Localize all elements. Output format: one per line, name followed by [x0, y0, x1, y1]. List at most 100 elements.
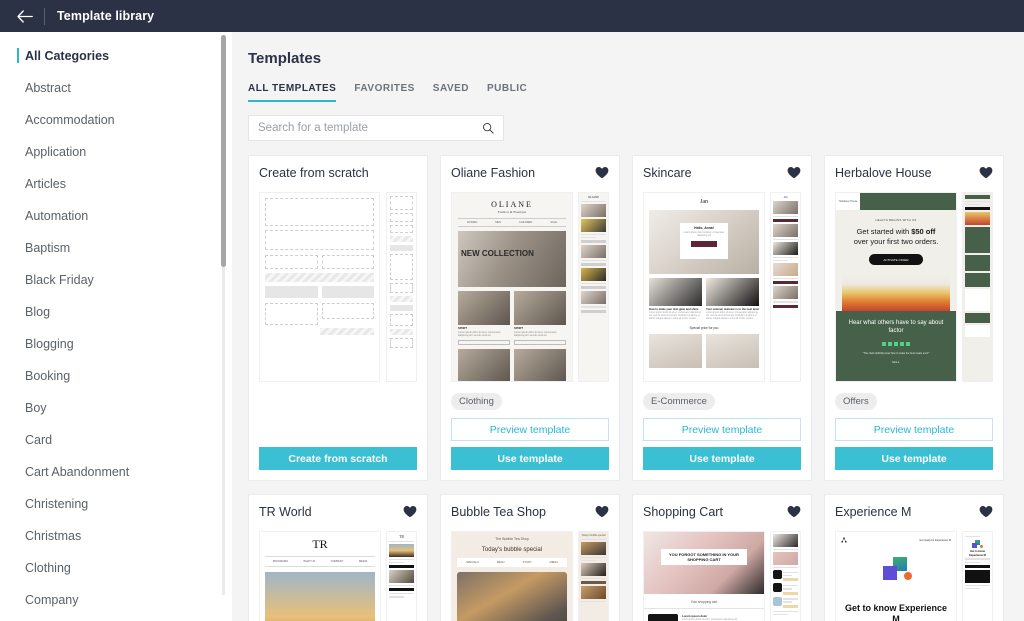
preview-line: [965, 203, 980, 206]
favorite-heart-icon[interactable]: [979, 166, 993, 179]
preview-artwork: YOU FORGOT SOMETHING IN YOUR SHOPPING CA…: [644, 532, 764, 621]
preview-how-it-works: [965, 289, 990, 312]
template-preview: YOU FORGOT SOMETHING IN YOUR SHOPPING CA…: [643, 531, 801, 621]
tab-saved[interactable]: SAVED: [433, 83, 469, 102]
search-bar[interactable]: [248, 115, 504, 141]
sidebar-item-card[interactable]: Card: [0, 424, 232, 456]
wireframe-block: [321, 286, 374, 298]
template-card-herbalove-house[interactable]: Herbalove House Herbalove House HEALTH B…: [824, 155, 1004, 481]
template-card-skincare[interactable]: Skincare Jan Hello, Anna! Lorem ipsum do…: [632, 155, 812, 481]
preview-cell-image: [514, 291, 566, 325]
preview-image: [773, 201, 798, 214]
preview-cell: SPORT Lorem ipsum dolor sit amet, consec…: [458, 291, 510, 345]
preview-line: [581, 200, 606, 203]
preview-button: [581, 263, 606, 267]
preview-button: [581, 286, 606, 290]
preview-logo-mobile: Jan: [783, 195, 788, 199]
sidebar-item-company[interactable]: Company: [0, 584, 232, 616]
sidebar-item-christening[interactable]: Christening: [0, 488, 232, 520]
preview-artwork: TR PROGRAMS WHAT US COMPANY MEDIA: [260, 532, 380, 621]
templates-heading: Templates: [248, 50, 322, 67]
template-card-experience-m[interactable]: Experience M Get ready for Experience M …: [824, 494, 1004, 621]
template-card-oliane-fashion[interactable]: Oliane Fashion OLIANE Fashion & Boutique…: [440, 155, 620, 481]
use-template-button[interactable]: Use template: [643, 447, 801, 470]
preview-mobile: OLIANE: [578, 192, 609, 382]
preview-cell-caption: SPORT: [458, 327, 467, 330]
preview-desktop: The Bubble Tea Shop Today's bubble speci…: [451, 531, 573, 621]
preview-template-button[interactable]: Preview template: [451, 418, 609, 441]
preview-nav-item: COMPANY: [330, 560, 344, 563]
template-card-bubble-tea-shop[interactable]: Bubble Tea Shop The Bubble Tea Shop Toda…: [440, 494, 620, 621]
favorite-heart-icon[interactable]: [595, 166, 609, 179]
sidebar-item-black-friday[interactable]: Black Friday: [0, 264, 232, 296]
preview-template-button[interactable]: Preview template: [835, 418, 993, 441]
use-template-button[interactable]: Use template: [451, 447, 609, 470]
preview-artwork-mobile: [963, 193, 992, 381]
wireframe-block: [265, 286, 318, 298]
preview-image: [581, 219, 606, 233]
sidebar-item-clothing[interactable]: Clothing: [0, 552, 232, 584]
preview-image: [581, 204, 606, 218]
preview-button: [389, 588, 414, 592]
search-icon[interactable]: [482, 122, 494, 134]
preview-logo: OLIANE: [491, 200, 533, 209]
tab-favorites[interactable]: FAVORITES: [354, 83, 414, 102]
preview-hero-image: [265, 572, 375, 621]
wireframe-block: [390, 196, 413, 210]
template-card-create-from-scratch[interactable]: Create from scratch Create from scratch: [248, 155, 428, 481]
favorite-heart-icon[interactable]: [595, 505, 609, 518]
preview-image: [773, 534, 798, 547]
sidebar-item-cart-abandonment[interactable]: Cart Abandonment: [0, 456, 232, 488]
tab-all-templates[interactable]: ALL TEMPLATES: [248, 83, 337, 102]
sidebar-item-booking[interactable]: Booking: [0, 360, 232, 392]
preview-item-info: Lorem ipsum dolor Lorem ipsum dolor sit …: [682, 614, 760, 621]
preview-line: [389, 595, 404, 598]
wireframe-hatch: [319, 328, 374, 335]
favorite-heart-icon[interactable]: [403, 505, 417, 518]
preview-item-image: [773, 583, 782, 593]
favorite-heart-icon[interactable]: [979, 505, 993, 518]
sidebar-item-articles[interactable]: Articles: [0, 168, 232, 200]
sidebar-item-christmas[interactable]: Christmas: [0, 520, 232, 552]
preview-logo: Jan: [700, 199, 708, 205]
preview-article-image: [706, 278, 759, 306]
preview-template-button[interactable]: Preview template: [643, 418, 801, 441]
sidebar-item-blog[interactable]: Blog: [0, 296, 232, 328]
preview-logo: The Bubble Tea Shop: [495, 537, 529, 541]
template-card-tr-world[interactable]: TR World TR PROGRAMS WHAT US COMPANY MED…: [248, 494, 428, 621]
wireframe-block: [390, 245, 413, 251]
preview-button: [965, 207, 990, 211]
sidebar-item-application[interactable]: Application: [0, 136, 232, 168]
sidebar-item-baptism[interactable]: Baptism: [0, 232, 232, 264]
create-from-scratch-button[interactable]: Create from scratch: [259, 447, 417, 470]
category-tag: Clothing: [451, 393, 502, 410]
preview-cell: [514, 348, 566, 381]
preview-article: Your summer skincare is to the next leve…: [706, 278, 759, 321]
preview-line: [965, 558, 990, 560]
sidebar-item-abstract[interactable]: Abstract: [0, 72, 232, 104]
preview-row: How to make your skin glow and shine Lor…: [649, 278, 759, 321]
favorite-heart-icon[interactable]: [787, 166, 801, 179]
preview-artwork-mobile: Today's bubble special: [579, 532, 608, 621]
sidebar-item-label: Company: [25, 593, 79, 607]
preview-line: [581, 282, 606, 285]
template-card-shopping-cart[interactable]: Shopping Cart YOU FORGOT SOMETHING IN YO…: [632, 494, 812, 621]
search-input[interactable]: [258, 122, 482, 134]
sidebar-item-accommodation[interactable]: Accommodation: [0, 104, 232, 136]
preview-image: [581, 245, 606, 259]
sidebar-item-automation[interactable]: Automation: [0, 200, 232, 232]
back-button[interactable]: [12, 5, 38, 27]
favorite-heart-icon[interactable]: [787, 505, 801, 518]
preview-desktop: OLIANE Fashion & Boutique WOMEN MEN CHIL…: [451, 192, 573, 382]
preview-mobile: [770, 531, 801, 621]
sidebar-scrollbar-thumb[interactable]: [221, 35, 226, 267]
preview-line: [581, 305, 606, 308]
sidebar-item-all-categories[interactable]: All Categories: [0, 40, 232, 72]
tab-public[interactable]: PUBLIC: [487, 83, 527, 102]
use-template-button[interactable]: Use template: [835, 447, 993, 470]
preview-article-image: [649, 278, 702, 306]
preview-footer-links: [965, 325, 990, 338]
template-preview: TR PROGRAMS WHAT US COMPANY MEDIA TR: [259, 531, 417, 621]
sidebar-item-boy[interactable]: Boy: [0, 392, 232, 424]
sidebar-item-blogging[interactable]: Blogging: [0, 328, 232, 360]
